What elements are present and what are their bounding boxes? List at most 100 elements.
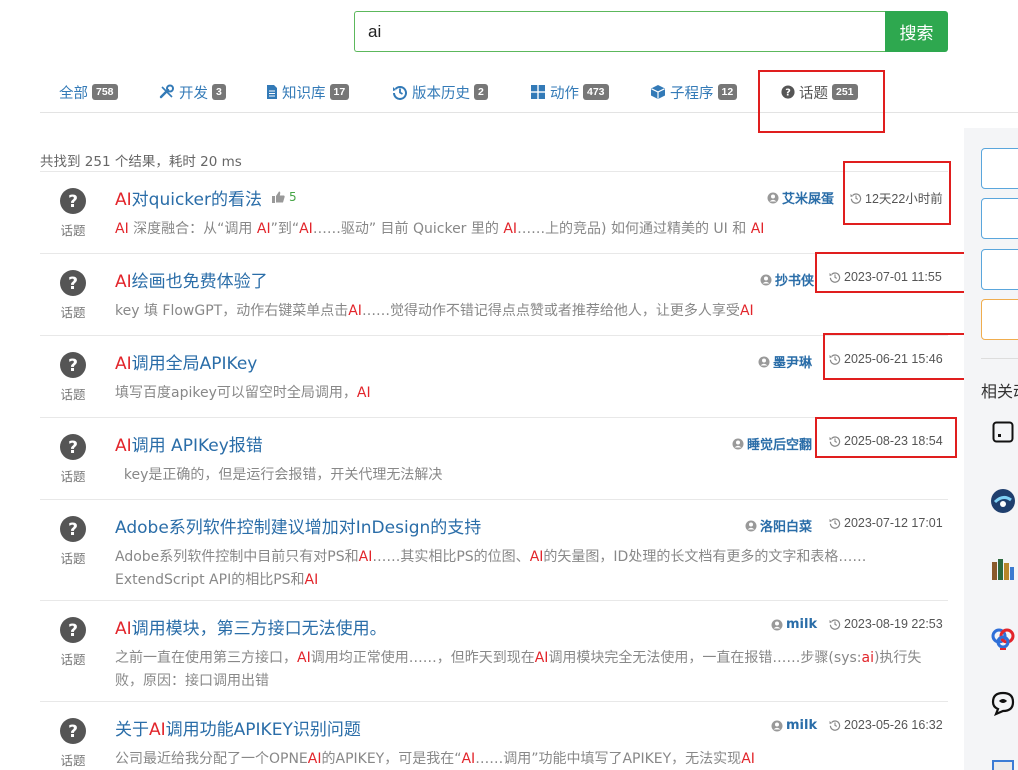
tab-knowledge-base[interactable]: 知识库 17 <box>266 80 350 104</box>
history-icon <box>829 619 841 630</box>
sidebar-button[interactable] <box>981 198 1018 239</box>
tab-count-badge: 17 <box>329 84 350 100</box>
result-item[interactable]: ? 话题 Adobe系列软件控制建议增加对InDesign的支持 洛阳白菜 2023-0… <box>40 499 948 600</box>
question-circle-icon: ? <box>60 188 86 214</box>
wrench-icon <box>159 84 174 99</box>
history-icon <box>829 436 841 447</box>
tab-subprograms[interactable]: 子程序 12 <box>650 80 738 104</box>
result-item[interactable]: ? 话题 AI调用全局APIKey 墨尹琳 2025-06-21 15:46 填写百度ap… <box>40 335 948 417</box>
tab-count-badge: 3 <box>212 84 226 100</box>
tab-topics[interactable]: ? 话题 251 <box>781 80 858 104</box>
result-title-link[interactable]: AI调用模块，第三方接口无法使用。 <box>115 614 387 639</box>
result-snippet: AI 深度融合：从“调用 AI”到“AI……驱动” 目前 Quicker 里的 … <box>115 218 945 241</box>
title-prefix: 关于 <box>115 720 149 740</box>
question-circle-icon: ? <box>60 617 86 643</box>
search-button[interactable]: 搜索 <box>885 11 948 52</box>
result-author[interactable]: milk <box>771 718 817 733</box>
result-title-link[interactable]: Adobe系列软件控制建议增加对InDesign的支持 <box>115 513 481 538</box>
snippet-text: key是正确的，但是运行会报错，开关代理无法解决 <box>115 467 443 483</box>
result-time: 2023-07-01 11:55 <box>829 270 942 284</box>
robot-action-icon[interactable] <box>990 488 1016 514</box>
tab-count-badge: 12 <box>717 84 738 100</box>
title-text: 调用 APIKey报错 <box>131 436 263 456</box>
result-type-label: 话题 <box>60 753 86 768</box>
result-type-label: 话题 <box>60 551 86 566</box>
result-time: 2023-08-19 22:53 <box>829 617 943 631</box>
baidu-cloud-icon[interactable] <box>990 625 1016 651</box>
tab-version-history[interactable]: 版本历史 2 <box>392 80 488 104</box>
user-icon <box>758 356 770 367</box>
snippet-text: ……觉得动作不错记得点点赞或者推荐给他人，让更多人享受 <box>361 303 740 319</box>
sidebar-button[interactable] <box>981 148 1018 189</box>
result-snippet: key 填 FlowGPT，动作右键菜单点击AI……觉得动作不错记得点点赞或者推… <box>115 300 945 323</box>
svg-text:?: ? <box>68 192 78 212</box>
result-item[interactable]: ? 话题 关于AI调用功能APIKEY识别问题 milk 2023-05-26 16:3… <box>40 701 948 770</box>
tab-all[interactable]: 全部 758 <box>59 80 118 104</box>
tab-count-badge: 473 <box>583 84 609 100</box>
result-item[interactable]: ? 话题 AI调用 APIKey报错 睡觉后空翻 2025-08-23 18:54 ke… <box>40 417 948 499</box>
snippet-highlight: ai <box>861 650 874 666</box>
sidebar-button[interactable] <box>981 299 1018 340</box>
snippet-text: ”到“ <box>270 221 300 237</box>
right-sidebar: 相关动 <box>964 128 1018 770</box>
result-title-link[interactable]: AI绘画也免费体验了 <box>115 267 268 292</box>
chat-bot-icon[interactable] <box>990 690 1016 716</box>
result-time: 2023-05-26 16:32 <box>829 718 943 732</box>
search-input[interactable] <box>354 11 886 52</box>
terminal-icon[interactable] <box>992 421 1014 443</box>
result-snippet: Adobe系列软件控制中目前只有对PS和AI……其实相比PS的位图、AI的矢量图… <box>115 546 945 592</box>
tab-develop[interactable]: 开发 3 <box>159 80 226 104</box>
result-author[interactable]: 抄书侠 <box>760 270 814 289</box>
books-icon[interactable] <box>990 556 1016 582</box>
snippet-text: Adobe系列软件控制中目前只有对PS和 <box>115 549 359 565</box>
result-title-link[interactable]: AI对quicker的看法 <box>115 185 262 210</box>
history-icon <box>829 518 841 529</box>
title-highlight: AI <box>149 720 166 740</box>
title-highlight: AI <box>115 619 132 639</box>
tab-actions[interactable]: 动作 473 <box>530 80 609 104</box>
history-icon <box>829 354 841 365</box>
result-title-link[interactable]: 关于AI调用功能APIKEY识别问题 <box>115 715 361 740</box>
result-title-link[interactable]: AI调用 APIKey报错 <box>115 431 263 456</box>
user-icon <box>732 438 744 449</box>
cube-icon <box>651 85 665 99</box>
result-time: 2025-06-21 15:46 <box>829 352 943 366</box>
result-author[interactable]: 睡觉后空翻 <box>732 434 812 453</box>
question-circle-icon: ? <box>60 434 86 460</box>
user-icon <box>771 720 783 731</box>
sidebar-divider <box>981 358 1018 359</box>
snippet-highlight: AI <box>750 221 765 237</box>
result-item[interactable]: ? 话题 AI对quicker的看法 5 艾米屎蛋 12天22小时前 AI 深度融合：从“调… <box>40 171 948 253</box>
result-time: 2025-08-23 18:54 <box>829 434 943 448</box>
result-item[interactable]: ? 话题 AI绘画也免费体验了 抄书侠 2023-07-01 11:55 key 填 Fl… <box>40 253 948 335</box>
tab-count-badge: 251 <box>832 84 858 100</box>
title-highlight: AI <box>115 190 132 210</box>
snippet-highlight: AI <box>503 221 518 237</box>
tab-label: 话题 <box>799 85 828 102</box>
tab-label: 开发 <box>179 85 208 102</box>
title-text: Adobe系列软件控制建议增加对InDesign的支持 <box>115 518 482 538</box>
result-time: 2023-07-12 17:01 <box>829 516 943 530</box>
results-summary: 共找到 251 个结果，耗时 20 ms <box>40 154 242 170</box>
sidebar-button[interactable] <box>981 249 1018 290</box>
result-author[interactable]: 墨尹琳 <box>758 352 812 371</box>
result-author[interactable]: 洛阳白菜 <box>745 516 812 535</box>
result-item[interactable]: ? 话题 AI调用模块，第三方接口无法使用。 milk 2023-08-19 22:53… <box>40 600 948 701</box>
snippet-text: 调用模块完全无法使用，一直在报错……步骤(sys: <box>548 650 862 666</box>
snippet-highlight: AI <box>297 650 311 666</box>
result-type-label: 话题 <box>60 652 86 667</box>
snippet-highlight: AI <box>299 221 313 237</box>
result-author[interactable]: 艾米屎蛋 <box>767 188 834 207</box>
svg-text:?: ? <box>68 722 78 742</box>
tab-label: 知识库 <box>282 85 326 102</box>
window-icon[interactable] <box>990 758 1016 770</box>
snippet-text: 之前一直在使用第三方接口， <box>115 650 297 666</box>
snippet-text: 公司最近给我分配了一个OPNE <box>115 751 308 767</box>
result-title-link[interactable]: AI调用全局APIKey <box>115 349 257 374</box>
svg-text:?: ? <box>68 621 78 641</box>
snippet-highlight: AI <box>739 303 754 319</box>
search-results-page: 搜索 全部 758 开发 3 知识库 17 版本历史 2 动作 473 子 <box>0 0 1018 770</box>
snippet-text: 的APIKEY，可是我在“ <box>321 751 462 767</box>
result-author[interactable]: milk <box>771 617 817 632</box>
tab-label: 版本历史 <box>412 85 470 102</box>
